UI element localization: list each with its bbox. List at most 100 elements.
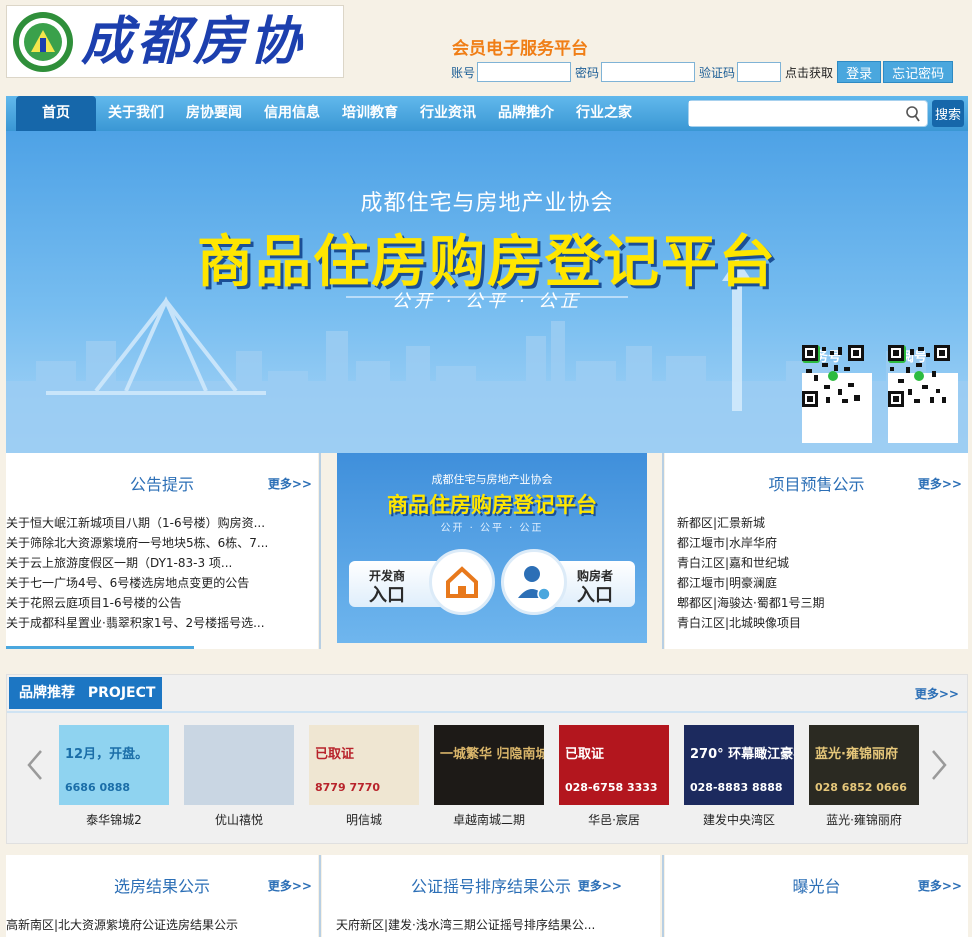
banner-subtitle: 成都住宅与房地产业协会: [360, 191, 614, 216]
captcha-label: 验证码: [699, 65, 736, 80]
selection-result-item[interactable]: 高新南区|北大资源紫境府公证选房结果公示: [6, 915, 318, 935]
brand-image-headline: 已取证: [565, 747, 605, 762]
chevron-right-icon[interactable]: [927, 745, 951, 785]
announcements-more-link[interactable]: 更多>>: [268, 475, 312, 492]
brand-card[interactable]: 已取证 028-6758 3333 华邑·宸居: [559, 725, 669, 828]
divider: [662, 855, 664, 937]
house-icon: [446, 566, 478, 598]
nav-credit[interactable]: 信用信息: [253, 96, 331, 131]
brand-image-phone: 028 6852 0666: [815, 781, 907, 794]
buyer-icon-circle: [501, 549, 567, 615]
nav-news[interactable]: 房协要闻: [175, 96, 253, 131]
brand-card[interactable]: 优山禧悦: [184, 725, 294, 828]
brand-project-image: 已取证 028-6758 3333: [559, 725, 669, 805]
logo-text: 成都房协: [81, 11, 306, 72]
announcement-item[interactable]: 关于云上旅游度假区一期（DY1-83-3 项...: [6, 553, 318, 573]
brand-project-name: 卓越南城二期: [452, 813, 525, 827]
brand-card[interactable]: 已取证 8779 7770 明信城: [309, 725, 419, 828]
brand-card[interactable]: 12月，开盘。 6686 0888 泰华锦城2: [59, 725, 169, 828]
brand-image-headline: 270° 环幕瞰江豪宅: [690, 747, 794, 762]
get-code-link[interactable]: 点击获取: [785, 64, 833, 81]
announcement-item[interactable]: 关于成都科星置业·翡翠积家1号、2号楼摇号选...: [6, 613, 318, 633]
announcement-item[interactable]: 关于筛除北大资源紫境府一号地块5栋、6栋、7...: [6, 533, 318, 553]
password-input[interactable]: [601, 62, 696, 82]
site-logo[interactable]: 成都房协: [6, 5, 344, 78]
search-box: [688, 100, 928, 127]
gateway-motto: 公开 · 公平 · 公正: [440, 523, 544, 534]
account-input[interactable]: [477, 62, 572, 82]
qr-subscribe: 订阅号: [888, 345, 958, 443]
brand-tab[interactable]: 品牌推荐 PROJECT: [9, 677, 162, 709]
developer-icon-circle: [429, 549, 495, 615]
brand-project-name: 优山禧悦: [214, 813, 263, 827]
login-button[interactable]: 登录: [837, 61, 882, 83]
brand-project-name: 建发中央湾区: [702, 813, 775, 827]
header: 成都房协 会员电子服务平台 账号 密码 验证码 点击获取 登录 忘记密码: [0, 0, 972, 95]
brand-project-image: 12月，开盘。 6686 0888: [59, 725, 169, 805]
nav-home[interactable]: 首页: [16, 96, 96, 131]
announcements-list: 关于恒大岷江新城项目八期（1-6号楼）购房资... 关于筛除北大资源紫境府一号地块…: [6, 513, 318, 633]
lottery-results-more-link[interactable]: 更多>>: [578, 877, 622, 894]
divider: [662, 453, 664, 649]
account-label: 账号: [451, 65, 476, 80]
chevron-left-icon[interactable]: [23, 745, 47, 785]
brand-project-name: 明信城: [345, 813, 382, 827]
selection-results-list: 高新南区|北大资源紫境府公证选房结果公示: [6, 915, 318, 935]
lottery-result-item[interactable]: 天府新区|建发·浅水湾三期公证摇号排序结果公...: [336, 915, 660, 935]
forgot-password-button[interactable]: 忘记密码: [883, 61, 954, 83]
brand-image-phone: 028-6758 3333: [565, 781, 658, 794]
presale-item[interactable]: 都江堰市|水岸华府: [677, 533, 968, 553]
nav-home-of-industry[interactable]: 行业之家: [565, 96, 643, 131]
brand-recommend-section: 品牌推荐 PROJECT 更多>> 12月，开盘。 6686 0888 泰华锦城2 优…: [6, 674, 968, 844]
brand-project-name: 华邑·宸居: [588, 813, 640, 827]
brand-card[interactable]: 270° 环幕瞰江豪宅 028-8883 8888 建发中央湾区: [684, 725, 794, 828]
brand-image-phone: 6686 0888: [65, 781, 131, 794]
presale-item[interactable]: 青白江区|北城映像项目: [677, 613, 968, 633]
nav-brand[interactable]: 品牌推介: [487, 96, 565, 131]
developer-entry-label: 入口: [369, 585, 405, 606]
nav-industry-news[interactable]: 行业资讯: [409, 96, 487, 131]
brand-tab-label: 品牌推荐: [19, 685, 75, 701]
member-platform-title: 会员电子服务平台: [452, 39, 588, 59]
divider: [319, 855, 321, 937]
nav-about[interactable]: 关于我们: [97, 96, 175, 131]
announcement-item[interactable]: 关于恒大岷江新城项目八期（1-6号楼）购房资...: [6, 513, 318, 533]
person-icon: [518, 566, 551, 601]
brand-project-name: 泰华锦城2: [86, 813, 142, 827]
panel-accent-bar: [6, 646, 194, 649]
brand-card[interactable]: 一城繁华 归隐南城卓越南城二期: [434, 725, 544, 828]
password-label: 密码: [575, 65, 600, 80]
presale-item[interactable]: 都江堰市|明豪澜庭: [677, 573, 968, 593]
presale-item[interactable]: 青白江区|嘉和世纪城: [677, 553, 968, 573]
presale-item[interactable]: 郫都区|海骏达·蜀都1号三期: [677, 593, 968, 613]
search-button[interactable]: 搜索: [932, 100, 964, 127]
main-nav: 首页 关于我们 房协要闻 信用信息 培训教育 行业资讯 品牌推介 行业之家 搜索: [6, 96, 968, 131]
search-input[interactable]: [689, 101, 901, 126]
buyer-entry-label: 入口: [577, 585, 613, 606]
gateway-title: 商品住房购房登记平台: [387, 493, 597, 517]
brand-card[interactable]: 蓝光·雍锦丽府 028 6852 0666 蓝光·雍锦丽府: [809, 725, 919, 828]
brand-project-image: 一城繁华 归隐南城: [434, 725, 544, 805]
search-icon[interactable]: [905, 105, 921, 123]
brand-project-image: 已取证 8779 7770: [309, 725, 419, 805]
brand-image-headline: 一城繁华 归隐南城: [440, 747, 544, 762]
brand-project-image: [184, 725, 294, 805]
brand-image-phone: 8779 7770: [315, 781, 381, 794]
brand-more-link[interactable]: 更多>>: [915, 685, 959, 702]
presale-item[interactable]: 新都区|汇景新城: [677, 513, 968, 533]
selection-results-more-link[interactable]: 更多>>: [268, 877, 312, 894]
announcement-item[interactable]: 关于花照云庭项目1-6号楼的公告: [6, 593, 318, 613]
exposure-panel: 曝光台 更多>>: [665, 855, 968, 937]
brand-project-image: 蓝光·雍锦丽府 028 6852 0666: [809, 725, 919, 805]
presale-more-link[interactable]: 更多>>: [918, 475, 962, 492]
presale-list: 新都区|汇景新城 都江堰市|水岸华府 青白江区|嘉和世纪城 都江堰市|明豪澜庭 郫都区|…: [665, 513, 968, 633]
captcha-input[interactable]: [737, 62, 782, 82]
purchase-registration-gateway: 成都住宅与房地产业协会 商品住房购房登记平台 公开 · 公平 · 公正 开发商 …: [337, 453, 647, 643]
nav-training[interactable]: 培训教育: [331, 96, 409, 131]
announcements-panel: 公告提示 更多>> 关于恒大岷江新城项目八期（1-6号楼）购房资... 关于筛除北…: [6, 453, 318, 649]
announcement-item[interactable]: 关于七一广场4号、6号楼选房地点变更的公告: [6, 573, 318, 593]
lottery-results-list: 天府新区|建发·浅水湾三期公证摇号排序结果公...: [322, 915, 660, 935]
divider: [319, 453, 321, 649]
exposure-more-link[interactable]: 更多>>: [918, 877, 962, 894]
hero-banner[interactable]: 成都住宅与房地产业协会 商品住房购房登记平台 公开 · 公平 · 公正 服务号: [6, 131, 968, 453]
